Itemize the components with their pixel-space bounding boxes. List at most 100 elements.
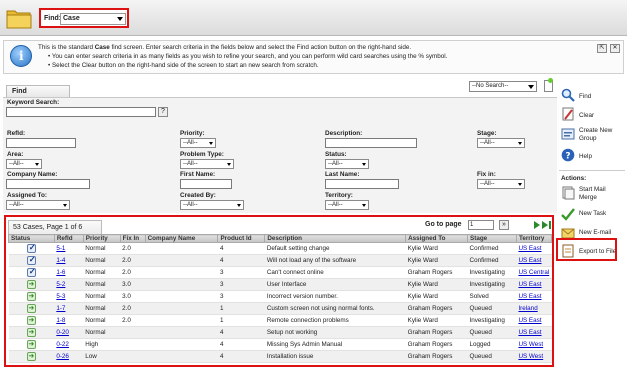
chevron-down-icon xyxy=(117,17,123,21)
territory-cell[interactable]: US East xyxy=(516,290,552,303)
refid-cell[interactable]: 0-26 xyxy=(54,350,84,363)
status-cell xyxy=(8,254,55,267)
sidebar-divider xyxy=(559,170,625,171)
last-name-input[interactable] xyxy=(325,179,399,189)
minimize-icon[interactable]: ⇱ xyxy=(597,44,607,53)
col-territory[interactable]: Territory xyxy=(515,234,553,243)
description-cell: Missing Sys Admin Manual xyxy=(264,338,406,351)
col-company-name[interactable]: Company Name xyxy=(144,234,219,243)
company-name-input[interactable] xyxy=(6,179,90,189)
col-refid[interactable]: RefId xyxy=(53,234,84,243)
fix_in-cell: 2.0 xyxy=(120,242,146,255)
table-row[interactable]: 5-1Normal2.0 4Default setting changeKylie… xyxy=(8,242,552,255)
priority-cell: Normal xyxy=(83,314,121,327)
col-assigned-to[interactable]: Assigned To xyxy=(405,234,469,243)
status-select[interactable]: --All-- xyxy=(325,159,369,169)
new-search-icon[interactable] xyxy=(544,78,553,92)
created-by-select[interactable]: --All-- xyxy=(180,200,244,210)
chevron-down-icon xyxy=(63,204,67,207)
status-cell xyxy=(8,338,55,351)
chevron-down-icon xyxy=(518,142,522,145)
table-row[interactable]: 5-2Normal3.0 3User InterfaceKylie WardInv… xyxy=(8,278,552,291)
refid-cell[interactable]: 0-20 xyxy=(54,326,84,339)
goto-page-input[interactable]: 1 xyxy=(468,220,494,230)
eraser-icon xyxy=(562,107,574,121)
area-value: --All-- xyxy=(9,161,24,167)
help-button[interactable]: ? Help xyxy=(557,148,627,164)
description-input[interactable] xyxy=(325,138,417,148)
territory-cell[interactable]: US East xyxy=(516,326,552,339)
refid-cell[interactable]: 1-6 xyxy=(54,266,84,279)
new-task-button[interactable]: New Task xyxy=(557,207,627,223)
col-fix-in[interactable]: Fix In xyxy=(119,234,146,243)
table-header-row: Status RefId Priority Fix In Company Nam… xyxy=(8,234,553,243)
table-row[interactable]: 1-6Normal2.0 3Can't connect onlineGraham … xyxy=(8,266,552,279)
refid-input[interactable] xyxy=(6,138,76,148)
refid-cell[interactable]: 5-1 xyxy=(54,242,84,255)
problem-type-select[interactable]: --All-- xyxy=(180,159,234,169)
description-cell: Can't connect online xyxy=(264,266,406,279)
territory-cell[interactable]: US East xyxy=(516,254,552,267)
assigned-cell: Kylie Ward xyxy=(405,278,468,291)
fix_in-cell xyxy=(120,350,146,363)
refid-cell[interactable]: 5-3 xyxy=(54,290,84,303)
table-row[interactable]: 1-4Normal2.0 4Will not load any of the so… xyxy=(8,254,552,267)
status-cell xyxy=(8,242,55,255)
territory-cell[interactable]: Ireland xyxy=(516,302,552,315)
territory-cell[interactable]: US East xyxy=(516,278,552,291)
col-status[interactable]: Status xyxy=(8,234,55,243)
assigned-cell: Graham Rogers xyxy=(405,326,468,339)
company-cell xyxy=(145,326,218,339)
close-icon[interactable]: ✕ xyxy=(610,44,620,53)
assigned-to-label: Assigned To: xyxy=(7,192,48,199)
refid-cell[interactable]: 0-22 xyxy=(54,338,84,351)
saved-search-select[interactable]: --No Search-- xyxy=(469,81,537,92)
assigned-cell: Kylie Ward xyxy=(405,254,468,267)
find-entity-select[interactable]: Case xyxy=(60,13,126,25)
territory-cell[interactable]: US Central xyxy=(516,266,552,279)
table-row[interactable]: 5-3Normal3.0 3Incorrect version number.Ky… xyxy=(8,290,552,303)
table-row[interactable]: 1-8Normal2.0 1Remote connection problemsK… xyxy=(8,314,552,327)
priority-value: --All-- xyxy=(183,140,198,146)
info-line-2: • You can enter search criteria in as ma… xyxy=(48,53,448,60)
clear-button[interactable]: Clear xyxy=(557,107,627,123)
refid-cell[interactable]: 1-4 xyxy=(54,254,84,267)
goto-page-label: Go to page xyxy=(425,221,462,228)
next-page-icon[interactable] xyxy=(534,221,540,229)
table-row[interactable]: 0-22High 4Missing Sys Admin ManualGraham … xyxy=(8,338,552,351)
refid-cell[interactable]: 1-7 xyxy=(54,302,84,315)
keyword-input[interactable] xyxy=(6,107,156,117)
refid-cell[interactable]: 5-2 xyxy=(54,278,84,291)
help-icon[interactable]: ? xyxy=(158,107,168,117)
table-row[interactable]: 0-26Low 4Installation issueGraham RogersQ… xyxy=(8,350,552,363)
fix-in-select[interactable]: --All-- xyxy=(477,179,525,189)
start-mail-merge-button[interactable]: Start Mail Merge xyxy=(557,185,627,203)
stage-select[interactable]: --All-- xyxy=(477,138,525,148)
col-priority[interactable]: Priority xyxy=(82,234,121,243)
create-group-button[interactable]: Create New Group xyxy=(557,126,627,144)
territory-cell[interactable]: US West xyxy=(516,338,552,351)
clear-label: Clear xyxy=(579,112,595,119)
goto-page-button[interactable]: » xyxy=(499,220,509,230)
find-label: Find: xyxy=(44,15,62,22)
priority-select[interactable]: --All-- xyxy=(180,138,216,148)
territory-cell[interactable]: US East xyxy=(516,242,552,255)
product-cell: 1 xyxy=(217,314,265,327)
assigned-to-select[interactable]: --All-- xyxy=(6,200,70,210)
territory-cell[interactable]: US East xyxy=(516,314,552,327)
territory-select[interactable]: --All-- xyxy=(325,200,369,210)
table-row[interactable]: 0-20Normal 4Setup not workingGraham Roger… xyxy=(8,326,552,339)
col-stage[interactable]: Stage xyxy=(467,234,517,243)
col-product-id[interactable]: Product Id xyxy=(217,234,266,243)
fix_in-cell: 3.0 xyxy=(120,278,146,291)
last-page-icon[interactable] xyxy=(542,221,551,229)
area-select[interactable]: --All-- xyxy=(6,159,42,169)
first-name-input[interactable] xyxy=(180,179,232,189)
col-description[interactable]: Description xyxy=(264,234,407,243)
table-row[interactable]: 1-7Normal2.0 1Custom screen not using nor… xyxy=(8,302,552,315)
find-button[interactable]: Find xyxy=(557,88,627,104)
territory-cell[interactable]: US West xyxy=(516,350,552,363)
product-cell: 4 xyxy=(217,326,265,339)
fix_in-cell: 2.0 xyxy=(120,254,146,267)
refid-cell[interactable]: 1-8 xyxy=(54,314,84,327)
